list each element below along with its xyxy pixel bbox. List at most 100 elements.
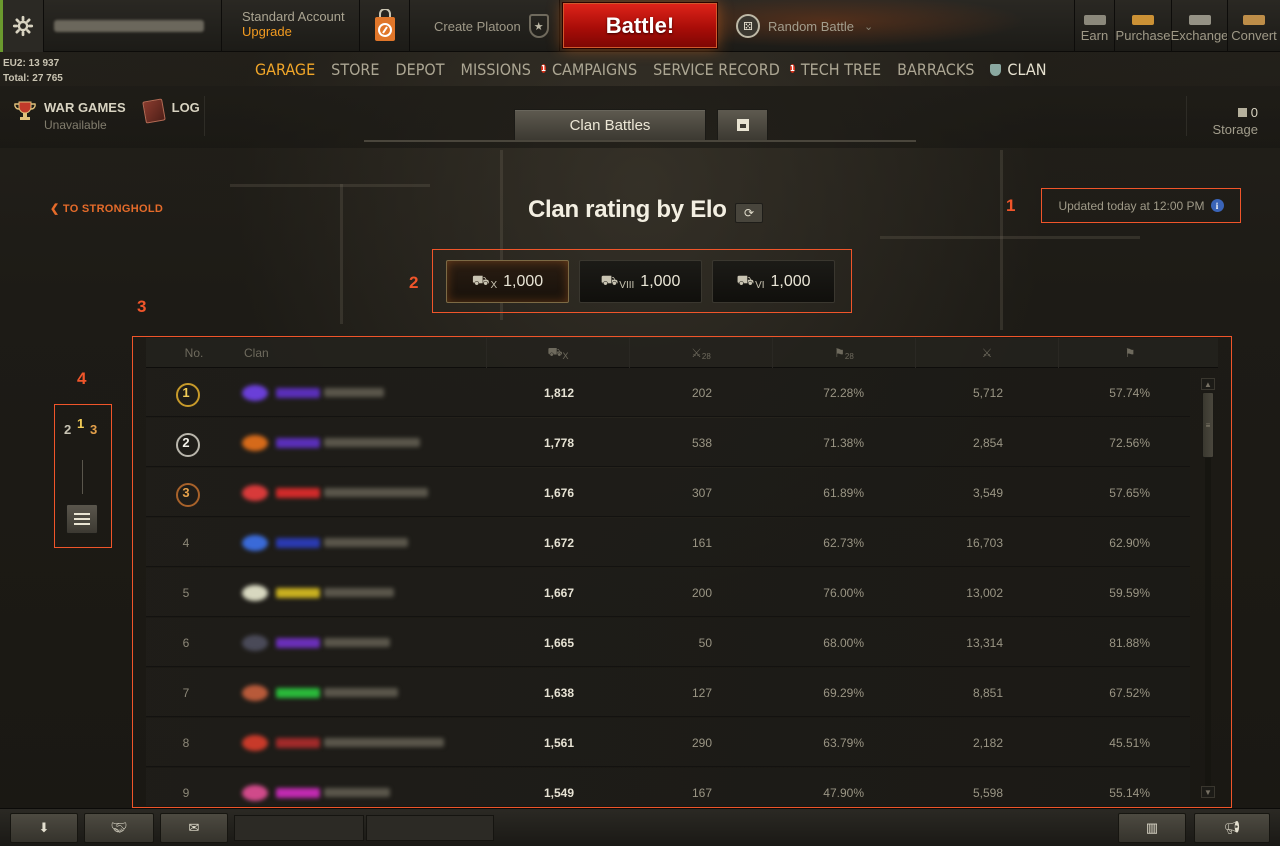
clan-name-redacted (324, 638, 390, 647)
back-to-stronghold-link[interactable]: ❮ TO STRONGHOLD (50, 202, 163, 215)
tier-viii-numeral: VIII (619, 280, 635, 291)
tier-viii-button[interactable]: ⛟ VIII 1,000 (579, 260, 702, 303)
stronghold-left-actions: WAR GAMES Unavailable LOG (14, 98, 200, 132)
nav-clan[interactable]: CLAN (990, 60, 1046, 79)
scroll-up-arrow[interactable]: ▲ (1201, 378, 1215, 390)
convert-button[interactable]: Convert (1227, 0, 1280, 52)
menu-button[interactable]: ⬇ (10, 813, 78, 843)
nav-service-record[interactable]: SERVICE RECORD 1 (653, 60, 795, 79)
channel-tab[interactable] (366, 815, 494, 841)
total-battles-cell: 2,182 (972, 735, 1003, 750)
calendar-button[interactable] (717, 109, 768, 141)
elo-cell: 1,549 (543, 785, 574, 800)
clan-emblem-icon (242, 784, 268, 801)
win-rate-28-cell: 72.28% (823, 385, 864, 400)
clan-emblem-icon (242, 684, 268, 701)
table-scrollbar[interactable]: ▲ ≡ ▼ (1201, 378, 1215, 800)
header-clan[interactable]: Clan (242, 338, 486, 368)
storage-button[interactable]: 0 Storage (1212, 104, 1258, 138)
clan-cell[interactable] (242, 618, 492, 667)
table-row[interactable]: 6 1,665 50 68.00% 13,314 81.88% (146, 618, 1190, 667)
log-button[interactable]: LOG (141, 98, 200, 132)
table-row[interactable]: 5 1,667 200 76.00% 13,002 59.59% (146, 568, 1190, 617)
list-view-button[interactable] (66, 504, 98, 534)
chat-button[interactable]: ✉ (160, 813, 228, 843)
exchange-button[interactable]: Exchange (1171, 0, 1228, 52)
create-platoon-button[interactable]: Create Platoon ★ (410, 0, 560, 52)
exchange-icon (1188, 15, 1211, 25)
earn-button[interactable]: Earn (1074, 0, 1114, 52)
clan-cell[interactable] (242, 718, 492, 767)
header-battles-days: 28 (701, 351, 711, 361)
nav-missions[interactable]: MISSIONS 1 (461, 60, 546, 79)
scroll-down-arrow[interactable]: ▼ (1201, 786, 1215, 798)
clan-cell[interactable] (242, 368, 492, 417)
battle-button[interactable]: Battle! (562, 2, 718, 49)
view-switcher: 2 1 3 (54, 404, 112, 548)
clan-cell[interactable] (242, 418, 492, 467)
tier-x-button[interactable]: ⛟ X 1,000 (446, 260, 569, 303)
clan-emblem-icon (242, 734, 268, 751)
clan-cell[interactable] (242, 568, 492, 617)
refresh-button[interactable]: ⟳ (735, 203, 763, 223)
clan-emblem-icon (242, 384, 268, 401)
nav-store[interactable]: STORE (331, 60, 379, 79)
header-total-win-rate[interactable]: ⚑ (1058, 338, 1201, 368)
podium-view-button[interactable]: 2 1 3 (64, 416, 102, 446)
elo-cell: 1,561 (543, 735, 574, 750)
rank-cell: 6 (182, 635, 190, 650)
account-panel[interactable]: Standard Account Upgrade (222, 0, 360, 52)
nav-depot[interactable]: DEPOT (396, 60, 445, 79)
premium-shop-button[interactable] (360, 0, 410, 52)
header-battles[interactable]: ⚔ 28 (629, 338, 772, 368)
nav-barracks[interactable]: BARRACKS (897, 60, 974, 79)
clan-cell[interactable] (242, 768, 492, 806)
annotation-marker-2: 2 (409, 273, 419, 292)
rank-cell: 9 (182, 785, 190, 800)
nav-tech-tree[interactable]: TECH TREE (801, 60, 881, 79)
total-battles-cell: 5,712 (972, 385, 1003, 400)
total-balance-line: Total: 27 765 (3, 73, 63, 84)
scroll-thumb[interactable]: ≡ (1202, 392, 1214, 458)
table-row[interactable]: 1 1,812 202 72.28% 5,712 57.74% (146, 368, 1190, 417)
table-row[interactable]: 3 1,676 307 61.89% 3,549 57.65% (146, 468, 1190, 517)
clan-cell[interactable] (242, 668, 492, 717)
table-row[interactable]: 8 1,561 290 63.79% 2,182 45.51% (146, 718, 1190, 767)
battle-mode-selector[interactable]: ⚄ Random Battle ⌄ (720, 0, 885, 52)
info-icon[interactable]: i (1210, 199, 1224, 212)
war-games-button[interactable]: WAR GAMES Unavailable (14, 100, 126, 132)
win-rate-28-cell: 47.90% (823, 785, 864, 800)
table-row[interactable]: 2 1,778 538 71.38% 2,854 72.56% (146, 418, 1190, 467)
upgrade-link[interactable]: Upgrade (242, 24, 359, 39)
podium-icon: 2 (64, 422, 72, 437)
tier-viii-elo: 1,000 (640, 272, 681, 290)
clan-battles-button[interactable]: Clan Battles (514, 109, 706, 141)
table-row[interactable]: 7 1,638 127 69.29% 8,851 67.52% (146, 668, 1190, 717)
settings-button[interactable] (0, 0, 44, 52)
crossed-swords-icon: ⚔ (981, 346, 993, 360)
header-win-rate-28[interactable]: ⚑ 28 (772, 338, 915, 368)
total-win-rate-cell: 57.74% (1109, 385, 1150, 400)
player-name-button[interactable] (44, 0, 222, 52)
table-row[interactable]: 9 1,549 167 47.90% 5,598 55.14% (146, 768, 1190, 806)
total-win-rate-cell: 81.88% (1109, 635, 1150, 650)
elo-cell: 1,667 (543, 585, 574, 600)
header-total-battles[interactable]: ⚔ (915, 338, 1058, 368)
battles-28-cell: 290 (691, 735, 712, 750)
header-elo[interactable]: ⛟ X (486, 338, 629, 368)
contacts-button[interactable]: 🤝︎ (84, 813, 154, 843)
podium-icon: 1 (77, 416, 85, 431)
session-stats-button[interactable]: ▥ (1118, 813, 1186, 843)
clan-cell[interactable] (242, 518, 492, 567)
nav-campaigns[interactable]: CAMPAIGNS (552, 60, 637, 79)
purchase-button[interactable]: Purchase (1114, 0, 1171, 52)
clan-cell[interactable] (242, 468, 492, 517)
notifications-button[interactable]: 📢︎ (1194, 813, 1270, 843)
header-number[interactable]: No. (146, 338, 242, 368)
table-row[interactable]: 4 1,672 161 62.73% 16,703 62.90% (146, 518, 1190, 567)
nav-garage[interactable]: GARAGE (255, 60, 315, 79)
gear-icon (12, 15, 34, 37)
channel-tab[interactable] (234, 815, 364, 841)
clan-emblem-icon (242, 584, 268, 601)
tier-vi-button[interactable]: ⛟ VI 1,000 (712, 260, 835, 303)
